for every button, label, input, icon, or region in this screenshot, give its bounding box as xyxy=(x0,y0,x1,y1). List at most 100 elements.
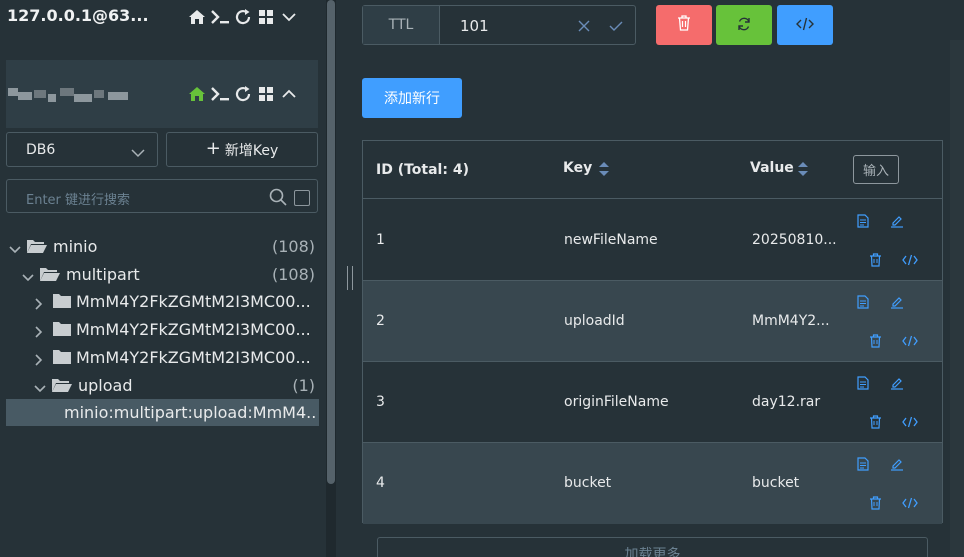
add-row-button[interactable]: 添加新行 xyxy=(362,78,462,118)
ttl-label: TTL xyxy=(363,6,440,44)
sidebar-scrollbar-thumb[interactable] xyxy=(327,0,335,484)
new-key-button[interactable]: + 新增Key xyxy=(166,132,318,167)
cell-id: 4 xyxy=(376,475,385,491)
table-header: ID (Total: 4) Key Value 输入 xyxy=(363,141,942,199)
row-actions xyxy=(851,453,921,515)
delete-key-button[interactable] xyxy=(656,5,712,45)
filter-input-button[interactable]: 输入 xyxy=(853,155,899,184)
cell-value: bucket xyxy=(752,475,800,491)
document-icon[interactable] xyxy=(854,374,872,392)
chevron-down-icon[interactable] xyxy=(22,268,34,287)
panel-splitter[interactable] xyxy=(336,0,362,557)
chevron-down-icon xyxy=(131,143,145,162)
code-icon xyxy=(796,16,814,35)
tree-node-label: minio:multipart:upload:MmM4... xyxy=(64,403,316,422)
tree-node-label: MmM4Y2FkZGMtM2I3MC00... xyxy=(76,348,311,367)
connection-name-redacted xyxy=(8,88,132,104)
tree-node-label: MmM4Y2FkZGMtM2I3MC00... xyxy=(76,320,311,339)
cell-key: newFileName xyxy=(564,232,658,248)
cell-value: MmM4Y2... xyxy=(752,313,830,329)
tree-node-count: (108) xyxy=(271,237,315,256)
tree-key-node-selected[interactable]: minio:multipart:upload:MmM4... xyxy=(6,399,319,426)
trash-icon[interactable] xyxy=(866,251,884,269)
key-search-input[interactable]: Enter 键进行搜索 xyxy=(6,179,318,213)
trash-icon[interactable] xyxy=(866,332,884,350)
code-icon[interactable] xyxy=(901,494,919,512)
tree-node-label: minio xyxy=(53,237,98,256)
edit-icon[interactable] xyxy=(888,293,906,311)
hash-table: ID (Total: 4) Key Value 输入 1 newFileName… xyxy=(362,140,943,524)
terminal-icon[interactable] xyxy=(208,83,231,105)
ttl-input-group: TTL 101 xyxy=(362,5,636,45)
code-icon[interactable] xyxy=(901,332,919,350)
sort-icon[interactable] xyxy=(797,161,809,181)
cell-key: uploadId xyxy=(564,313,625,329)
db-select-value: DB6 xyxy=(26,142,56,158)
document-icon[interactable] xyxy=(854,455,872,473)
column-header-value[interactable]: Value xyxy=(750,160,794,176)
refresh-icon[interactable] xyxy=(231,6,254,28)
table-row: 2 uploadId MmM4Y2... xyxy=(363,281,942,362)
exact-search-checkbox[interactable] xyxy=(294,190,310,206)
chevron-down-icon[interactable] xyxy=(34,379,46,398)
table-row: 3 originFileName day12.rar xyxy=(363,362,942,443)
close-icon[interactable] xyxy=(577,18,591,37)
home-icon[interactable] xyxy=(185,83,208,105)
tree-folder-node[interactable]: MmM4Y2FkZGMtM2I3MC00... xyxy=(0,344,326,371)
home-icon[interactable] xyxy=(185,6,208,28)
connection-name: 127.0.0.1@63... xyxy=(7,6,149,25)
document-icon[interactable] xyxy=(854,212,872,230)
cell-key: bucket xyxy=(564,475,612,491)
tree-folder-node[interactable]: multipart (108) xyxy=(0,261,326,288)
trash-icon[interactable] xyxy=(866,494,884,512)
tree-folder-node[interactable]: MmM4Y2FkZGMtM2I3MC00... xyxy=(0,288,326,315)
code-icon[interactable] xyxy=(901,251,919,269)
grid-icon[interactable] xyxy=(254,83,277,105)
main-scrollbar[interactable] xyxy=(950,40,964,557)
check-icon[interactable] xyxy=(609,18,623,37)
chevron-down-icon[interactable] xyxy=(9,240,21,259)
splitter-grip-icon[interactable] xyxy=(347,266,353,290)
grid-icon[interactable] xyxy=(254,6,277,28)
chevron-right-icon[interactable] xyxy=(34,295,44,314)
trash-icon[interactable] xyxy=(866,413,884,431)
search-placeholder: Enter 键进行搜索 xyxy=(26,193,131,208)
ttl-input[interactable]: 101 xyxy=(460,17,489,35)
refresh-icon[interactable] xyxy=(231,83,254,105)
connection-toolbar xyxy=(185,83,300,105)
column-header-key[interactable]: Key xyxy=(563,160,592,176)
cell-key: originFileName xyxy=(564,394,669,410)
tree-folder-node[interactable]: MmM4Y2FkZGMtM2I3MC00... xyxy=(0,316,326,343)
edit-icon[interactable] xyxy=(888,374,906,392)
chevron-down-icon[interactable] xyxy=(277,6,300,28)
cell-id: 3 xyxy=(376,394,385,410)
chevron-right-icon[interactable] xyxy=(34,323,44,342)
cell-value: 20250810... xyxy=(752,232,837,248)
edit-icon[interactable] xyxy=(888,455,906,473)
row-actions xyxy=(851,372,921,434)
folder-icon xyxy=(52,349,72,369)
folder-open-icon xyxy=(51,377,73,397)
tree-folder-node[interactable]: minio (108) xyxy=(0,233,326,260)
dump-command-button[interactable] xyxy=(777,5,833,45)
tree-node-count: (1) xyxy=(292,376,315,395)
code-icon[interactable] xyxy=(901,413,919,431)
connection-item-active[interactable] xyxy=(6,60,318,128)
plus-icon: + xyxy=(205,137,221,159)
db-select[interactable]: DB6 xyxy=(6,132,158,167)
chevron-right-icon[interactable] xyxy=(34,351,44,370)
sort-icon[interactable] xyxy=(598,161,610,181)
app-root: 127.0.0.1@63... DB6 + 新增Key Enter 键进行搜索 … xyxy=(0,0,964,557)
cell-id: 1 xyxy=(376,232,385,248)
connection-item[interactable]: 127.0.0.1@63... xyxy=(0,0,326,36)
load-more-button[interactable]: 加载更多 xyxy=(377,537,928,557)
terminal-icon[interactable] xyxy=(208,6,231,28)
chevron-up-icon[interactable] xyxy=(277,83,300,105)
tree-folder-node[interactable]: upload (1) xyxy=(0,372,326,399)
document-icon[interactable] xyxy=(854,293,872,311)
edit-icon[interactable] xyxy=(888,212,906,230)
row-actions xyxy=(851,291,921,353)
tree-node-label: upload xyxy=(78,376,133,395)
refresh-key-button[interactable] xyxy=(716,5,772,45)
search-icon[interactable] xyxy=(269,188,287,210)
